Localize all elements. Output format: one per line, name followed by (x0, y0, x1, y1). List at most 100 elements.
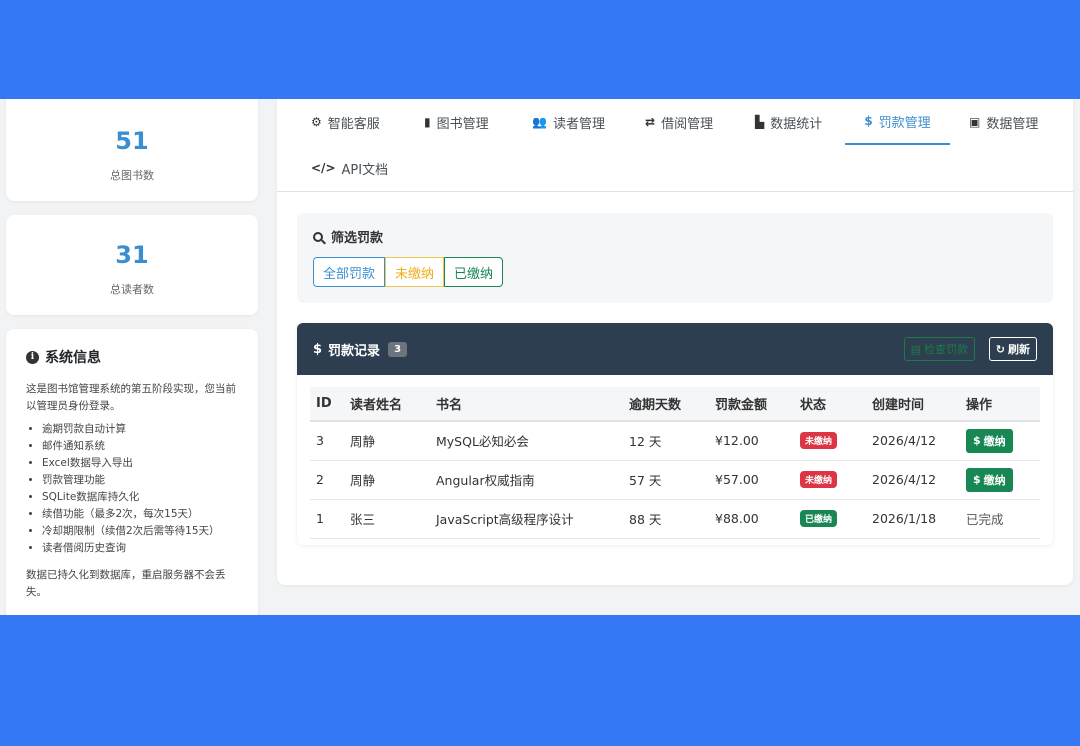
content-band: 51 总图书数 31 总读者数 i 系统信息 这是图书馆管理系统的第五阶段实现，… (0, 99, 1080, 615)
column-header: 罚款金额 (709, 387, 794, 422)
column-header: 逾期天数 (623, 387, 709, 422)
cell-reader: 张三 (344, 499, 430, 539)
tab-statistics[interactable]: ▙ 数据统计 (753, 99, 824, 145)
tab-label: API文档 (341, 162, 389, 178)
users-icon: 👥 (532, 115, 547, 129)
tab-label: 罚款管理 (878, 115, 931, 131)
total-readers-card: 31 总读者数 (6, 215, 258, 315)
tab-api-docs[interactable]: </> API文档 (309, 145, 390, 191)
cell-id: 2 (310, 460, 344, 500)
cell-amount: ¥12.00 (709, 421, 794, 461)
cell-reader: 周静 (344, 421, 430, 461)
cell-id: 1 (310, 499, 344, 539)
column-header: ID (310, 387, 344, 422)
refresh-button[interactable]: ↻ 刷新 (988, 337, 1037, 361)
tab-label: 读者管理 (552, 116, 605, 132)
records-title: 罚款记录 (328, 343, 381, 359)
column-header: 创建时间 (866, 387, 960, 422)
fine-records-table: ID 读者姓名 书名 逾期天数 罚款金额 状态 创建时间 操作 3 周静 MyS (310, 387, 1040, 539)
tab-label: 数据统计 (770, 116, 823, 132)
system-info-title: 系统信息 (45, 350, 101, 366)
cell-action: $ 缴纳 (960, 460, 1040, 500)
column-header: 状态 (794, 387, 866, 422)
cell-action-done: 已完成 (960, 499, 1040, 539)
check-fines-button[interactable]: ▤ 检查罚款 (903, 337, 975, 361)
cell-book: Angular权威指南 (430, 460, 623, 500)
info-icon: i (26, 350, 39, 364)
dollar-icon: $ (864, 114, 873, 128)
cell-id: 3 (310, 421, 344, 461)
feature-item: 罚款管理功能 (42, 472, 238, 489)
robot-icon: ⚙ (311, 115, 322, 129)
total-books-card: 51 总图书数 (6, 99, 258, 201)
cell-created: 2026/4/12 (866, 421, 960, 461)
pay-label: 缴纳 (983, 434, 1006, 448)
status-badge: 已缴纳 (800, 510, 838, 527)
tab-fines[interactable]: $ 罚款管理 (845, 99, 950, 145)
column-header: 操作 (960, 387, 1040, 422)
fine-records-card: $ 罚款记录 3 ▤ 检查罚款 ↻ 刷新 ID 读者姓名 书名 逾期天数 罚款金… (297, 323, 1053, 545)
feature-item: 邮件通知系统 (42, 438, 238, 455)
system-info-note: 数据已持久化到数据库，重启服务器不会丢失。 (26, 569, 226, 598)
code-icon: </> (311, 161, 336, 175)
filter-paid-button[interactable]: 已缴纳 (444, 257, 504, 287)
dollar-icon: $ (973, 473, 981, 486)
tab-label: 借阅管理 (661, 116, 714, 132)
system-info-card: i 系统信息 这是图书馆管理系统的第五阶段实现，您当前以管理员身份登录。 逾期罚… (6, 329, 258, 615)
tab-books[interactable]: ▮ 图书管理 (422, 99, 491, 145)
system-info-heading: i 系统信息 (26, 347, 238, 367)
chart-icon: ▙ (755, 115, 765, 129)
tab-label: 智能客服 (327, 116, 380, 132)
feature-item: 读者借阅历史查询 (42, 540, 238, 557)
total-books-label: 总图书数 (110, 169, 154, 182)
pay-button[interactable]: $ 缴纳 (966, 428, 1013, 453)
nav-tabs: ⚙ 智能客服 ▮ 图书管理 👥 读者管理 ⇄ 借阅管理 ▙ 数据统计 $ 罚款管… (277, 99, 1073, 192)
feature-item: Excel数据导入导出 (42, 455, 238, 472)
book-icon: ▮ (424, 115, 431, 129)
total-readers-value: 31 (115, 241, 149, 269)
filter-all-button[interactable]: 全部罚款 (313, 257, 386, 287)
exchange-icon: ⇄ (645, 115, 656, 129)
tab-data[interactable]: ▣ 数据管理 (967, 99, 1040, 145)
cell-amount: ¥57.00 (709, 460, 794, 500)
feature-item: 逾期罚款自动计算 (42, 421, 238, 438)
tab-label: 数据管理 (986, 116, 1039, 132)
feature-item: 冷却期限制（续借2次后需等待15天） (42, 523, 238, 540)
check-fines-label: 检查罚款 (924, 343, 968, 356)
fine-filter: 筛选罚款 全部罚款 未缴纳 已缴纳 (297, 213, 1053, 303)
refresh-icon: ↻ (995, 342, 1005, 356)
tab-ai-service[interactable]: ⚙ 智能客服 (309, 99, 382, 145)
cell-action: $ 缴纳 (960, 421, 1040, 461)
total-books-value: 51 (115, 127, 149, 155)
filter-title: 筛选罚款 (331, 231, 384, 246)
records-title-group: $ 罚款记录 3 (313, 340, 408, 359)
filter-heading: 筛选罚款 (313, 227, 1037, 246)
feature-item: SQLite数据库持久化 (42, 489, 238, 506)
search-icon (313, 231, 323, 242)
cell-created: 2026/4/12 (866, 460, 960, 500)
tab-borrowing[interactable]: ⇄ 借阅管理 (643, 99, 715, 145)
calculator-icon: ▤ (910, 342, 921, 356)
system-info-description: 这是图书馆管理系统的第五阶段实现，您当前以管理员身份登录。 (26, 383, 236, 412)
status-badge: 未缴纳 (800, 432, 838, 450)
cell-days: 57 天 (623, 460, 709, 500)
filter-button-group: 全部罚款 未缴纳 已缴纳 (313, 257, 1037, 287)
column-header: 读者姓名 (344, 387, 430, 422)
cell-days: 12 天 (623, 421, 709, 461)
pay-label: 缴纳 (983, 473, 1006, 487)
cell-status: 已缴纳 (794, 499, 866, 539)
table-row: 1 张三 JavaScript高级程序设计 88 天 ¥88.00 已缴纳 20… (310, 499, 1040, 539)
records-header: $ 罚款记录 3 ▤ 检查罚款 ↻ 刷新 (297, 323, 1053, 375)
tab-label: 图书管理 (436, 116, 489, 132)
filter-unpaid-button[interactable]: 未缴纳 (385, 257, 445, 287)
feature-item: 续借功能（最多2次，每次15天） (42, 506, 238, 523)
cell-book: JavaScript高级程序设计 (430, 499, 623, 539)
cell-reader: 周静 (344, 460, 430, 500)
cell-created: 2026/1/18 (866, 499, 960, 539)
tab-readers[interactable]: 👥 读者管理 (530, 99, 607, 145)
file-excel-icon: ▣ (969, 115, 981, 129)
column-header: 书名 (430, 387, 623, 422)
cell-amount: ¥88.00 (709, 499, 794, 539)
pay-button[interactable]: $ 缴纳 (966, 467, 1013, 492)
total-readers-label: 总读者数 (110, 283, 154, 296)
